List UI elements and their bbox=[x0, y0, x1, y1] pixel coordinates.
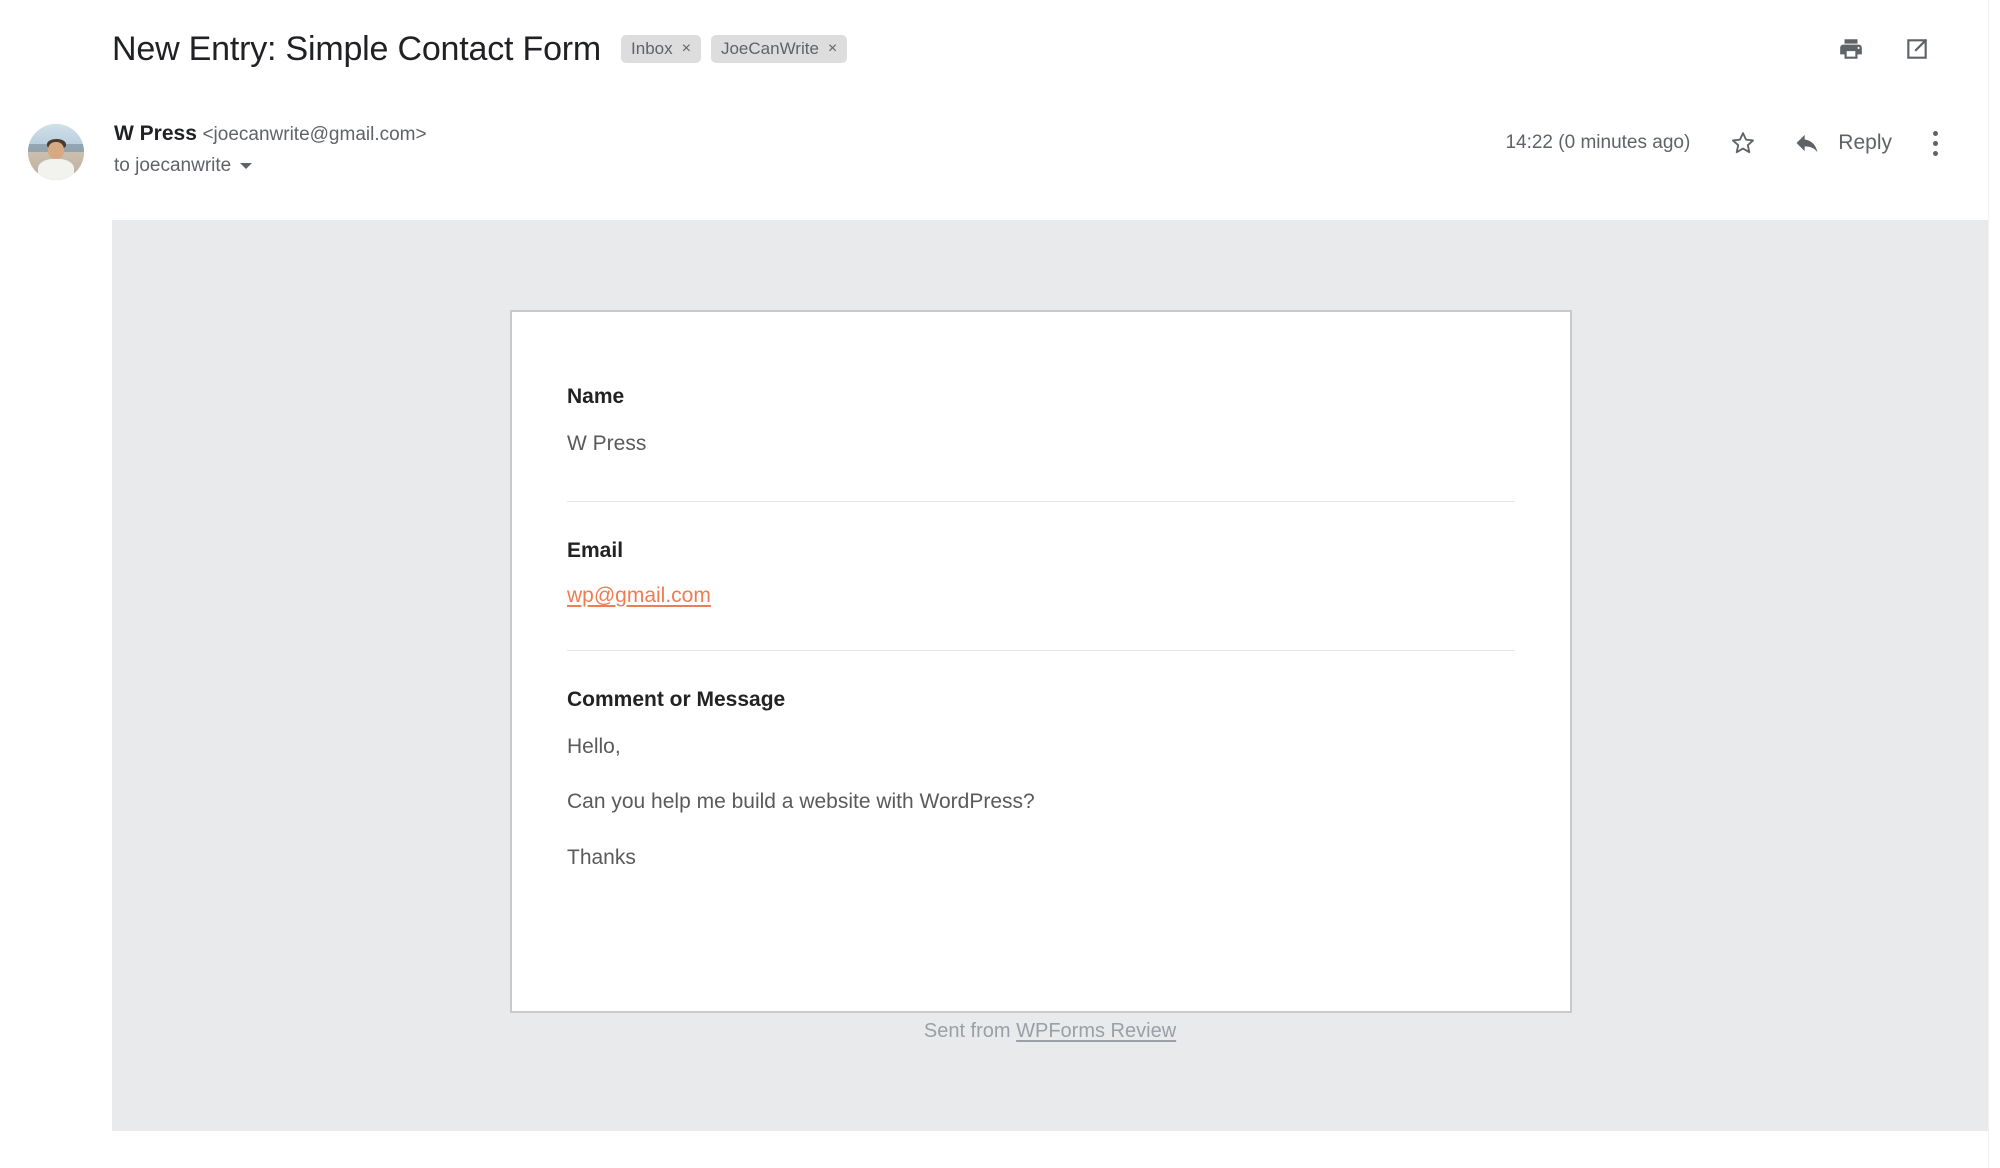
sender-line: W Press <joecanwrite@gmail.com> bbox=[114, 122, 427, 146]
message-paragraph: Thanks bbox=[567, 845, 636, 869]
right-edge-gutter bbox=[1988, 0, 2000, 1168]
close-icon[interactable]: × bbox=[682, 40, 691, 57]
field-email: Email wp@gmail.com bbox=[567, 538, 1515, 608]
star-outline-icon[interactable] bbox=[1726, 126, 1760, 160]
field-divider bbox=[567, 500, 1515, 502]
label-chip-list: Inbox × JoeCanWrite × bbox=[621, 35, 848, 63]
label-chip-inbox[interactable]: Inbox × bbox=[621, 35, 701, 63]
field-value: W Press bbox=[567, 432, 647, 456]
avatar-face bbox=[48, 142, 64, 160]
reply-button-label: Reply bbox=[1838, 131, 1892, 154]
field-comment-or-message: Comment or Message Hello, Can you help m… bbox=[567, 687, 1515, 872]
sent-from-prefix: Sent from bbox=[923, 1020, 1017, 1042]
label-chip-joecanwrite-text: JoeCanWrite bbox=[720, 39, 819, 58]
label-chip-joecanwrite[interactable]: JoeCanWrite × bbox=[710, 35, 848, 63]
form-entry-fields: Name W Press Email wp@gmail.com Comment … bbox=[512, 312, 1570, 872]
kebab-dot bbox=[1932, 140, 1938, 146]
open-in-new-window-icon[interactable] bbox=[1900, 32, 1934, 66]
field-label: Email bbox=[567, 538, 624, 562]
sender-details: W Press <joecanwrite@gmail.com> to joeca… bbox=[114, 120, 427, 177]
wpforms-review-link[interactable]: WPForms Review bbox=[1016, 1020, 1176, 1042]
message-paragraph: Hello, bbox=[567, 734, 621, 758]
avatar-shirt bbox=[38, 158, 74, 180]
page-title: New Entry: Simple Contact Form bbox=[112, 29, 602, 68]
more-options-icon[interactable] bbox=[1922, 126, 1948, 160]
field-label: Comment or Message bbox=[567, 687, 786, 711]
field-name: Name W Press bbox=[567, 384, 1515, 459]
recipient-label: to joecanwrite bbox=[114, 154, 232, 176]
sent-from-footer: Sent from WPForms Review bbox=[112, 1020, 1988, 1043]
message-header: W Press <joecanwrite@gmail.com> to joeca… bbox=[0, 120, 1988, 200]
sender-email[interactable]: <joecanwrite@gmail.com> bbox=[202, 124, 426, 145]
message-timestamp: 14:22 (0 minutes ago) bbox=[1505, 132, 1691, 153]
avatar[interactable] bbox=[28, 124, 84, 180]
form-entry-card: Name W Press Email wp@gmail.com Comment … bbox=[510, 310, 1572, 1013]
message-actions: 14:22 (0 minutes ago) Reply bbox=[1505, 120, 1962, 160]
email-link[interactable]: wp@gmail.com bbox=[567, 584, 711, 607]
chevron-down-icon[interactable] bbox=[240, 162, 253, 169]
print-icon[interactable] bbox=[1834, 32, 1868, 66]
kebab-dot bbox=[1932, 150, 1938, 156]
reply-arrow-icon bbox=[1790, 126, 1824, 160]
kebab-dot bbox=[1932, 130, 1938, 136]
field-divider bbox=[567, 649, 1515, 651]
field-label: Name bbox=[567, 385, 625, 408]
close-icon[interactable]: × bbox=[828, 40, 837, 57]
email-body: Name W Press Email wp@gmail.com Comment … bbox=[112, 220, 1988, 1131]
header-actions bbox=[1834, 32, 1962, 66]
recipient-line[interactable]: to joecanwrite bbox=[114, 155, 427, 177]
reply-button[interactable]: Reply bbox=[1790, 126, 1892, 160]
sender-name[interactable]: W Press bbox=[114, 122, 197, 145]
label-chip-inbox-text: Inbox bbox=[631, 39, 673, 58]
message-paragraph: Can you help me build a website with Wor… bbox=[567, 790, 1035, 814]
subject-header: New Entry: Simple Contact Form Inbox × J… bbox=[0, 0, 1988, 98]
